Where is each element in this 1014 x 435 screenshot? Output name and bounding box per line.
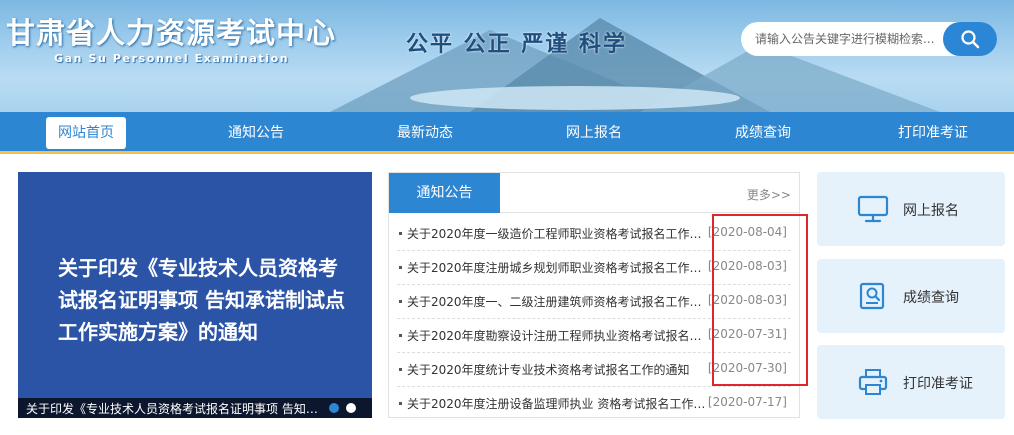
- slide-caption[interactable]: 关于印发《专业技术人员资格考试报名证明事项 告知承诺制试点工作实施方案》的通知: [26, 400, 326, 417]
- bullet-icon: [399, 266, 402, 269]
- header-lake-decoration: [410, 86, 740, 110]
- slide-headline[interactable]: 关于印发《专业技术人员资格考试报名证明事项 告知承诺制试点工作实施方案》的通知: [58, 252, 348, 348]
- nav-item-online-registration[interactable]: 网上报名: [550, 117, 638, 149]
- notice-item[interactable]: 关于2020年度注册设备监理师执业 资格考试报名工作的... [2020-07-…: [397, 387, 791, 421]
- notice-item[interactable]: 关于2020年度注册城乡规划师职业资格考试报名工作的... [2020-08-0…: [397, 251, 791, 285]
- site-title: 甘肃省人力资源考试中心: [6, 16, 337, 50]
- quick-link-score-query[interactable]: 成绩查询: [817, 259, 1005, 333]
- bullet-icon: [399, 232, 402, 235]
- monitor-icon: [857, 195, 889, 223]
- site-title-en: Gan Su Personnel Examination: [54, 52, 290, 65]
- slider-dot-1[interactable]: [329, 403, 339, 413]
- tab-notices[interactable]: 通知公告: [389, 173, 500, 213]
- slider-dot-2[interactable]: [346, 403, 356, 413]
- bullet-icon: [399, 334, 402, 337]
- quick-link-print-admission[interactable]: 打印准考证: [817, 345, 1005, 419]
- search-box: [741, 22, 997, 56]
- news-slider[interactable]: 关于印发《专业技术人员资格考试报名证明事项 告知承诺制试点工作实施方案》的通知 …: [18, 172, 372, 418]
- site-header: 甘肃省人力资源考试中心 Gan Su Personnel Examination…: [0, 0, 1014, 112]
- quick-link-label: 成绩查询: [903, 290, 959, 306]
- notice-header: 通知公告 更多>>: [389, 173, 799, 213]
- search-document-icon: [859, 282, 885, 310]
- slide-caption-bar: 关于印发《专业技术人员资格考试报名证明事项 告知承诺制试点工作实施方案》的通知: [18, 398, 372, 418]
- notice-title[interactable]: 关于2020年度注册城乡规划师职业资格考试报名工作的...: [407, 259, 707, 276]
- notice-item[interactable]: 关于2020年度一、二级注册建筑师资格考试报名工作的... [2020-08-0…: [397, 285, 791, 319]
- quick-link-label: 网上报名: [903, 203, 959, 219]
- notice-title[interactable]: 关于2020年度一、二级注册建筑师资格考试报名工作的...: [407, 293, 707, 310]
- notice-date: [2020-07-30]: [707, 361, 787, 375]
- notice-list: 关于2020年度一级造价工程师职业资格考试报名工作的... [2020-08-0…: [389, 217, 799, 421]
- main-nav: 网站首页 通知公告 最新动态 网上报名 成绩查询 打印准考证: [0, 112, 1014, 154]
- notice-title[interactable]: 关于2020年度勘察设计注册工程师执业资格考试报名工...: [407, 327, 707, 344]
- nav-item-notices[interactable]: 通知公告: [212, 117, 300, 149]
- nav-item-score-query[interactable]: 成绩查询: [719, 117, 807, 149]
- printer-icon: [858, 369, 888, 395]
- notice-date: [2020-08-04]: [707, 225, 787, 239]
- site-slogan: 公平 公正 严谨 科学: [406, 31, 627, 57]
- notice-title[interactable]: 关于2020年度注册设备监理师执业 资格考试报名工作的...: [407, 395, 707, 412]
- nav-item-home[interactable]: 网站首页: [46, 117, 126, 149]
- search-input[interactable]: [741, 22, 941, 56]
- notice-date: [2020-08-03]: [707, 293, 787, 307]
- notice-item[interactable]: 关于2020年度勘察设计注册工程师执业资格考试报名工... [2020-07-3…: [397, 319, 791, 353]
- quick-link-label: 打印准考证: [903, 376, 973, 392]
- more-link[interactable]: 更多>>: [747, 186, 791, 203]
- search-button[interactable]: [943, 22, 997, 56]
- notice-date: [2020-08-03]: [707, 259, 787, 273]
- bullet-icon: [399, 368, 402, 371]
- notice-item[interactable]: 关于2020年度一级造价工程师职业资格考试报名工作的... [2020-08-0…: [397, 217, 791, 251]
- notice-title[interactable]: 关于2020年度统计专业技术资格考试报名工作的通知: [407, 361, 707, 378]
- nav-item-print-admission[interactable]: 打印准考证: [888, 117, 978, 149]
- notice-item[interactable]: 关于2020年度统计专业技术资格考试报名工作的通知 [2020-07-30]: [397, 353, 791, 387]
- quick-link-online-registration[interactable]: 网上报名: [817, 172, 1005, 246]
- notice-date: [2020-07-31]: [707, 327, 787, 341]
- notice-title[interactable]: 关于2020年度一级造价工程师职业资格考试报名工作的...: [407, 225, 707, 242]
- bullet-icon: [399, 402, 402, 405]
- nav-item-news[interactable]: 最新动态: [381, 117, 469, 149]
- notice-date: [2020-07-17]: [707, 395, 787, 409]
- search-icon: [961, 30, 980, 49]
- notice-panel: 通知公告 更多>> 关于2020年度一级造价工程师职业资格考试报名工作的... …: [388, 172, 800, 418]
- bullet-icon: [399, 300, 402, 303]
